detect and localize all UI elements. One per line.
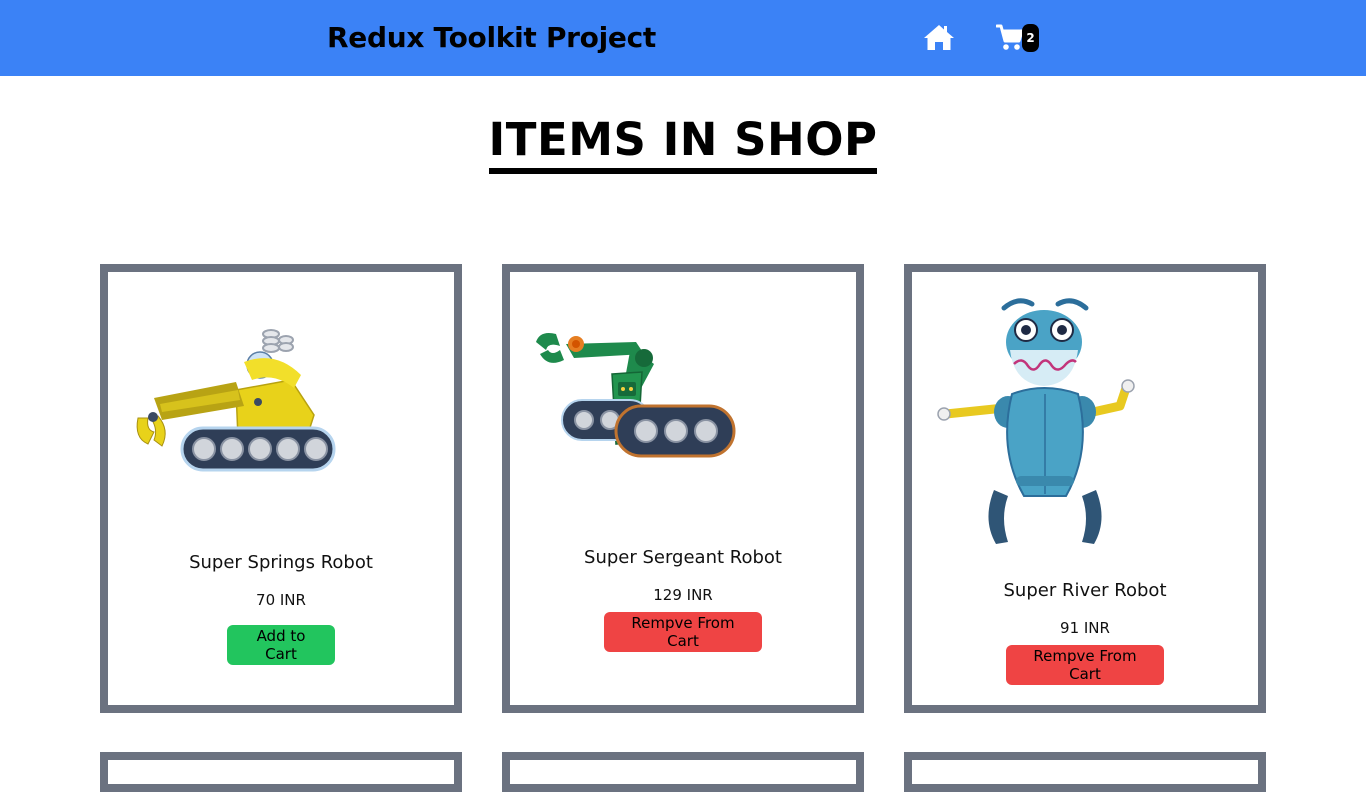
product-name: Super Sergeant Robot <box>584 547 782 568</box>
home-icon <box>924 25 954 50</box>
home-link[interactable] <box>922 22 956 52</box>
product-name: Super River Robot <box>1003 580 1167 601</box>
app-title: Redux Toolkit Project <box>327 21 656 54</box>
page-title-text: ITEMS IN SHOP <box>488 112 878 174</box>
product-card-partial <box>904 752 1266 792</box>
cart-link[interactable]: 2 <box>995 20 1042 54</box>
navbar: Redux Toolkit Project 2 <box>0 0 1366 76</box>
product-card-partial <box>502 752 864 792</box>
product-card: Super Springs Robot 70 INR Add to Cart <box>100 264 462 713</box>
product-price: 129 INR <box>653 586 713 604</box>
product-card: Super River Robot 91 INR Rempve From Car… <box>904 264 1266 713</box>
robot-image <box>937 298 1135 544</box>
robot-image <box>136 329 336 472</box>
product-price: 70 INR <box>256 591 306 609</box>
robot-image <box>536 333 736 458</box>
product-price: 91 INR <box>1060 619 1110 637</box>
product-card-partial <box>100 752 462 792</box>
product-name: Super Springs Robot <box>189 552 373 573</box>
remove-from-cart-button[interactable]: Rempve From Cart <box>604 612 762 652</box>
cart-count-badge: 2 <box>1022 24 1039 52</box>
add-to-cart-button[interactable]: Add to Cart <box>227 625 335 665</box>
product-card: Super Sergeant Robot 129 INR Rempve From… <box>502 264 864 713</box>
cart-icon <box>995 24 1024 50</box>
remove-from-cart-button[interactable]: Rempve From Cart <box>1006 645 1164 685</box>
page-title: ITEMS IN SHOP <box>0 112 1366 174</box>
